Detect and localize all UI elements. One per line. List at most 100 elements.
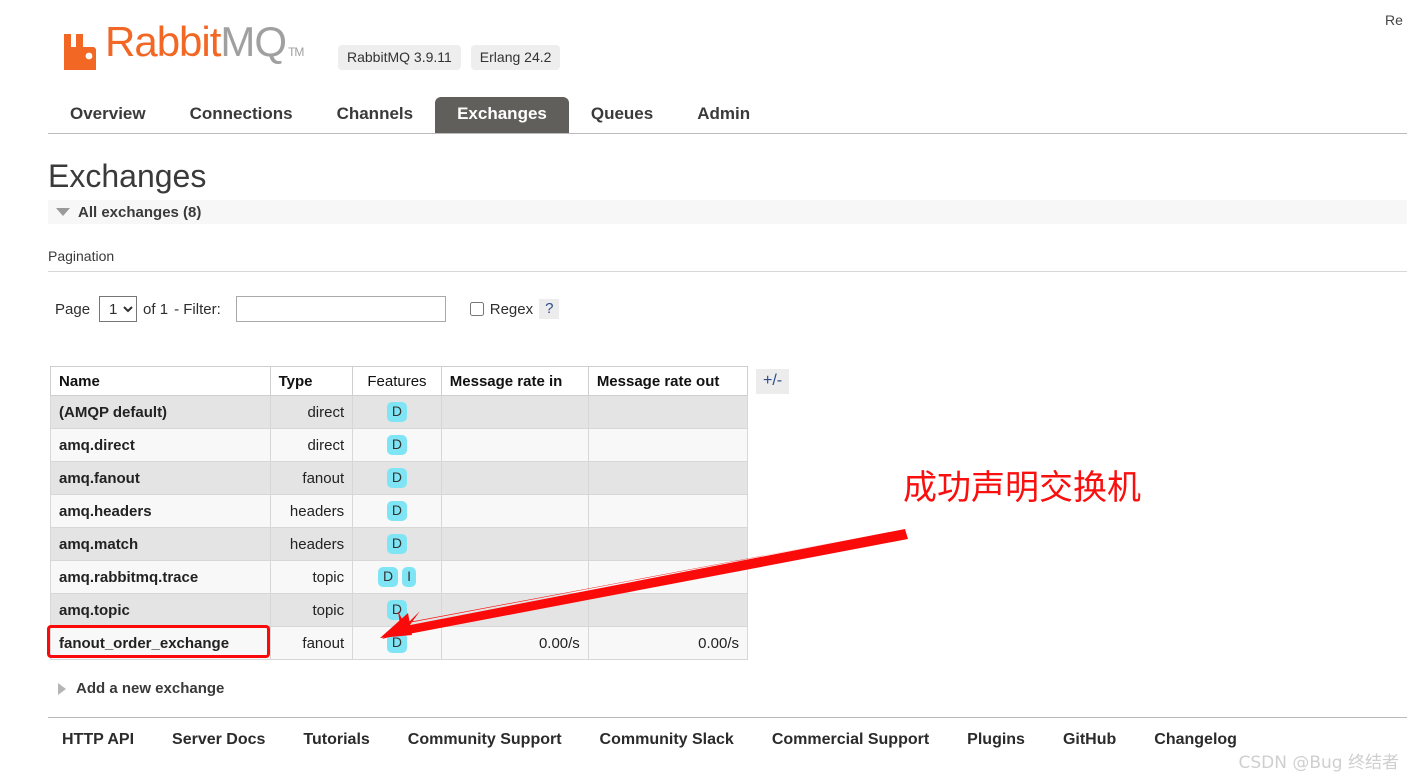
cell-message-rate-in	[440, 428, 589, 462]
all-exchanges-label: All exchanges (8)	[78, 203, 202, 221]
cell-exchange-features: D	[352, 494, 442, 528]
footer-link-plugins[interactable]: Plugins	[967, 731, 1025, 749]
tab-exchanges[interactable]: Exchanges	[435, 97, 569, 133]
rabbitmq-management-page: RabbitMQ TM RabbitMQ 3.9.11 Erlang 24.2 R…	[0, 0, 1407, 778]
tab-queues[interactable]: Queues	[569, 97, 675, 133]
add-new-exchange-section[interactable]: Add a new exchange	[58, 680, 224, 697]
page-select[interactable]: 1	[99, 296, 138, 322]
column-header-features: Features	[352, 366, 442, 396]
logo-trademark: TM	[288, 45, 304, 59]
exchanges-table-body: (AMQP default) direct Damq.direct direct Dam…	[50, 395, 749, 660]
cell-exchange-name[interactable]: (AMQP default)	[50, 395, 271, 429]
cell-exchange-type: direct	[269, 428, 354, 462]
page-header: RabbitMQ TM RabbitMQ 3.9.11 Erlang 24.2 R…	[0, 0, 1407, 90]
table-row[interactable]: amq.direct direct D	[50, 428, 749, 462]
table-row[interactable]: fanout_order_exchange fanout D 0.00/s 0.00/s	[50, 626, 749, 660]
toggle-columns-button[interactable]: +/-	[756, 369, 790, 394]
footer-link-tutorials[interactable]: Tutorials	[303, 731, 369, 749]
cell-message-rate-in	[440, 527, 589, 561]
badge-rabbitmq-version: RabbitMQ 3.9.11	[338, 45, 461, 70]
table-row[interactable]: amq.headers headers D	[50, 494, 749, 528]
cell-message-rate-in: 0.00/s	[440, 626, 589, 660]
pagination-divider	[48, 271, 1407, 272]
feature-badge-d: D	[377, 567, 399, 587]
rabbitmq-logo[interactable]: RabbitMQ TM	[62, 21, 304, 72]
filter-label: - Filter:	[174, 300, 221, 318]
chevron-down-icon[interactable]	[56, 208, 70, 216]
cell-message-rate-out	[587, 461, 749, 495]
cell-exchange-features: D	[352, 626, 442, 660]
footer-link-http-api[interactable]: HTTP API	[62, 731, 134, 749]
main-navigation-tabs: Overview Connections Channels Exchanges …	[48, 96, 1407, 134]
refresh-status: Re	[1385, 12, 1403, 28]
cell-message-rate-in	[440, 461, 589, 495]
add-new-exchange-label: Add a new exchange	[76, 680, 225, 697]
cell-exchange-type: topic	[269, 593, 354, 627]
chevron-right-icon[interactable]	[58, 682, 66, 695]
footer-link-commercial-support[interactable]: Commercial Support	[772, 731, 929, 749]
version-badges: RabbitMQ 3.9.11 Erlang 24.2	[338, 45, 561, 70]
cell-exchange-features: D	[352, 593, 442, 627]
cell-exchange-name[interactable]: amq.topic	[50, 593, 271, 627]
column-header-type[interactable]: Type	[269, 366, 354, 396]
cell-message-rate-out	[587, 428, 749, 462]
regex-help-icon[interactable]: ?	[539, 299, 560, 319]
cell-exchange-type: headers	[269, 494, 354, 528]
cell-exchange-type: fanout	[269, 626, 354, 660]
cell-exchange-name[interactable]: amq.match	[50, 527, 271, 561]
tab-channels[interactable]: Channels	[315, 97, 436, 133]
column-header-message-rate-in[interactable]: Message rate in	[440, 366, 589, 396]
footer-link-server-docs[interactable]: Server Docs	[172, 731, 265, 749]
feature-badge-d: D	[386, 534, 408, 554]
tab-connections[interactable]: Connections	[168, 97, 315, 133]
filter-input[interactable]	[235, 296, 446, 322]
tab-admin[interactable]: Admin	[675, 97, 772, 133]
table-row[interactable]: amq.match headers D	[50, 527, 749, 561]
cell-exchange-features: D	[352, 395, 442, 429]
cell-exchange-features: D	[352, 527, 442, 561]
annotation-text: 成功声明交换机	[903, 468, 1141, 508]
logo-text-mq: MQ	[220, 18, 287, 65]
table-row[interactable]: amq.rabbitmq.trace topic D I	[50, 560, 749, 594]
cell-message-rate-out	[587, 527, 749, 561]
cell-message-rate-out	[587, 395, 749, 429]
footer-link-community-support[interactable]: Community Support	[408, 731, 562, 749]
all-exchanges-section-header[interactable]: All exchanges (8)	[48, 200, 1407, 224]
page-word-label: Page	[55, 300, 91, 318]
cell-exchange-name[interactable]: amq.fanout	[50, 461, 271, 495]
logo-text-rabbit: Rabbit	[105, 18, 221, 65]
cell-exchange-name[interactable]: amq.rabbitmq.trace	[50, 560, 271, 594]
pagination-heading: Pagination	[48, 248, 115, 264]
regex-checkbox[interactable]	[469, 302, 484, 316]
cell-exchange-name[interactable]: amq.headers	[50, 494, 271, 528]
cell-message-rate-out	[587, 560, 749, 594]
column-header-message-rate-out[interactable]: Message rate out	[587, 366, 749, 396]
feature-badge-d: D	[386, 633, 408, 653]
feature-badge-d: D	[386, 600, 408, 620]
table-row[interactable]: (AMQP default) direct D	[50, 395, 749, 429]
feature-badge-d: D	[386, 501, 408, 521]
cell-exchange-name[interactable]: amq.direct	[50, 428, 271, 462]
cell-message-rate-out: 0.00/s	[587, 626, 749, 660]
footer-link-changelog[interactable]: Changelog	[1154, 731, 1237, 749]
regex-option: Regex ?	[469, 299, 560, 319]
footer-link-community-slack[interactable]: Community Slack	[600, 731, 734, 749]
table-row[interactable]: amq.fanout fanout D	[50, 461, 749, 495]
cell-exchange-features: D	[352, 461, 442, 495]
page-title: Exchanges	[48, 158, 207, 194]
cell-exchange-features: D	[352, 428, 442, 462]
table-row[interactable]: amq.topic topic D	[50, 593, 749, 627]
page-total-label: of 1	[143, 300, 169, 318]
column-header-name[interactable]: Name	[50, 366, 271, 396]
cell-exchange-name[interactable]: fanout_order_exchange	[50, 626, 271, 660]
rabbit-head-icon	[62, 30, 102, 72]
tab-overview[interactable]: Overview	[48, 97, 168, 133]
regex-label: Regex	[489, 300, 534, 318]
cell-message-rate-in	[440, 395, 589, 429]
footer-divider	[48, 717, 1407, 718]
badge-erlang-version: Erlang 24.2	[470, 45, 561, 70]
feature-badge-i: I	[402, 567, 416, 587]
cell-exchange-type: headers	[269, 527, 354, 561]
cell-message-rate-out	[587, 593, 749, 627]
footer-link-github[interactable]: GitHub	[1063, 731, 1116, 749]
